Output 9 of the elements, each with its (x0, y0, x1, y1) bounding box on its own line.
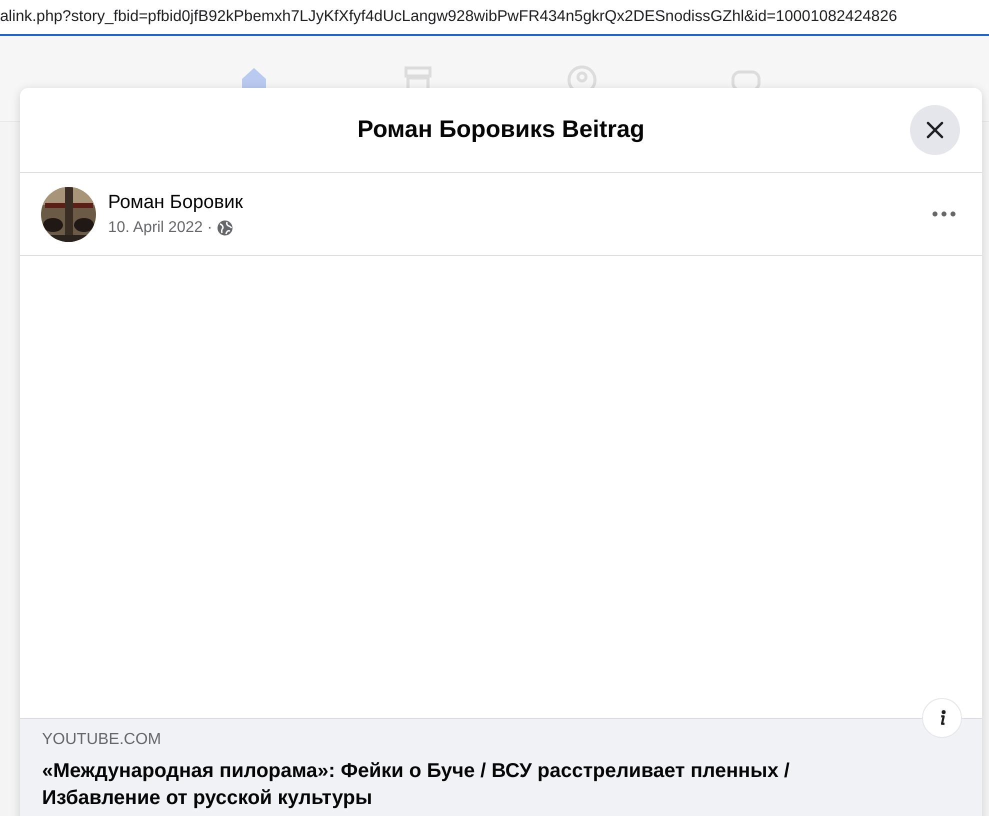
post-date[interactable]: 10. April 2022 · (108, 218, 212, 236)
dialog-title: Роман Боровикs Beitrag (357, 116, 645, 144)
link-preview[interactable]: YOUTUBE.COM «Международная пилорама»: Фейки о Буче / ВСУ расстреливает пленных / Избавление от русской культуры (20, 718, 982, 816)
author-name[interactable]: Роман Боровик (108, 192, 243, 214)
link-domain: YOUTUBE.COM (42, 731, 162, 749)
info-button[interactable] (922, 698, 962, 738)
close-button[interactable] (910, 105, 960, 155)
more-icon[interactable] (932, 211, 956, 217)
link-title: «Международная пилорама»: Фейки о Буче / ВСУ расстреливает пленных / Избавление от русской культуры (42, 759, 791, 811)
